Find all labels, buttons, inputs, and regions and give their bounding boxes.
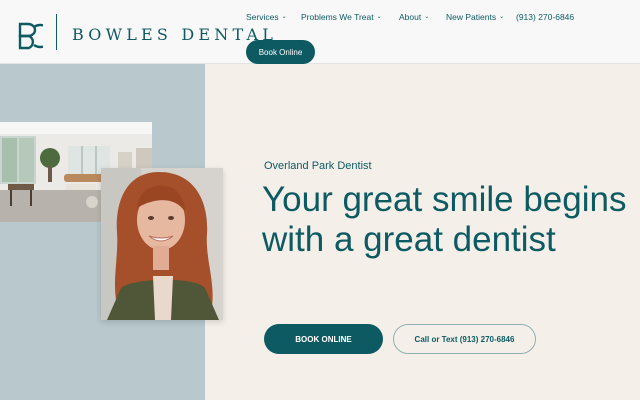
main-nav: Services ⌄ Problems We Treat ⌄ About ⌄ N… — [0, 12, 640, 26]
chevron-down-icon: ⌄ — [424, 14, 430, 20]
nav-label: About — [399, 12, 422, 22]
nav-item-new-patients[interactable]: New Patients ⌄ — [446, 12, 504, 22]
nav-label: Services — [246, 12, 279, 22]
nav-label: Problems We Treat — [301, 12, 374, 22]
nav-phone-link[interactable]: (913) 270-6846 — [516, 12, 574, 22]
nav-item-problems-we-treat[interactable]: Problems We Treat ⌄ — [301, 12, 382, 22]
bd-monogram-icon[interactable] — [17, 22, 43, 50]
book-online-button[interactable]: BOOK ONLINE — [264, 324, 383, 354]
chevron-down-icon: ⌄ — [376, 14, 382, 20]
nav-item-services[interactable]: Services ⌄ — [246, 12, 287, 22]
hero-headline: Your great smile begins with a great den… — [262, 180, 627, 259]
header-book-online-button[interactable]: Book Online — [246, 40, 315, 64]
site-header: BOWLES DENTAL Services ⌄ Problems We Tre… — [0, 0, 640, 64]
logo-wordmark[interactable]: BOWLES DENTAL — [72, 25, 277, 44]
chevron-down-icon: ⌄ — [281, 14, 287, 20]
call-or-text-button[interactable]: Call or Text (913) 270-6846 — [393, 324, 536, 354]
nav-label: New Patients — [446, 12, 497, 22]
nav-item-about[interactable]: About ⌄ — [399, 12, 429, 22]
dentist-portrait-photo — [101, 168, 223, 320]
chevron-down-icon: ⌄ — [499, 14, 505, 20]
hero-eyebrow: Overland Park Dentist — [264, 160, 372, 172]
